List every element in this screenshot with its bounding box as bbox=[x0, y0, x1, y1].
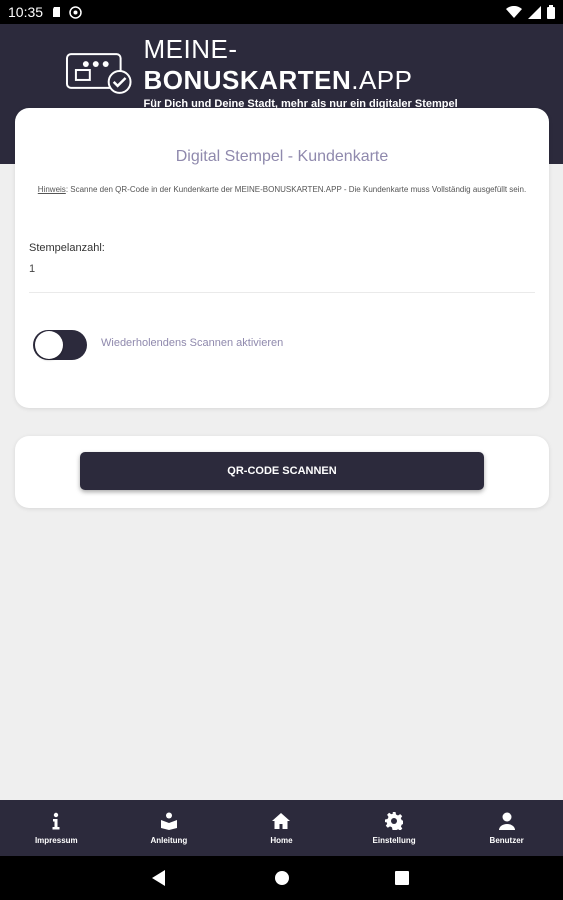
brand-logo-block: MEINE-BONUSKARTEN.APP Für Dich und Deine… bbox=[64, 34, 504, 110]
sd-card-icon bbox=[53, 7, 61, 17]
divider bbox=[29, 292, 535, 293]
battery-icon bbox=[547, 5, 555, 19]
gear-icon bbox=[385, 811, 404, 830]
hint-label: Hinweis bbox=[37, 185, 66, 194]
user-icon bbox=[498, 812, 515, 830]
bottom-navigation: Impressum Anleitung Home Einstellung Ben… bbox=[0, 800, 563, 856]
nav-item-impressum[interactable]: Impressum bbox=[0, 800, 113, 856]
nav-label: Impressum bbox=[34, 835, 78, 845]
qr-code-scan-button[interactable]: QR-CODE SCANNEN bbox=[80, 452, 484, 490]
scan-button-panel: QR-CODE SCANNEN bbox=[15, 436, 549, 508]
nav-item-home[interactable]: Home bbox=[225, 800, 338, 856]
home-icon bbox=[272, 812, 291, 829]
repeat-scan-label: Wiederholendens Scannen aktivieren bbox=[101, 337, 284, 349]
system-navigation-bar bbox=[0, 856, 563, 900]
book-reader-icon bbox=[160, 812, 177, 830]
card-title: Digital Stempel - Kundenkarte bbox=[175, 148, 389, 165]
stamp-card-logo-icon bbox=[65, 53, 132, 94]
nav-item-benutzer[interactable]: Benutzer bbox=[450, 800, 563, 856]
home-circle-icon[interactable] bbox=[274, 870, 290, 886]
nav-item-einstellung[interactable]: Einstellung bbox=[338, 800, 451, 856]
hint-text: Hinweis: Scanne den QR-Code in der Kunde… bbox=[37, 185, 527, 194]
wifi-icon bbox=[506, 6, 522, 18]
repeat-scan-toggle[interactable] bbox=[33, 330, 87, 360]
nav-label: Einstellung bbox=[372, 835, 416, 845]
stamp-count-label: Stempelanzahl: bbox=[29, 242, 105, 254]
toggle-knob bbox=[35, 331, 63, 359]
nav-label: Home bbox=[270, 835, 293, 845]
status-bar: 10:35 bbox=[0, 0, 563, 24]
status-time: 10:35 bbox=[8, 4, 44, 20]
signal-icon bbox=[528, 5, 541, 19]
nav-label: Anleitung bbox=[150, 835, 188, 845]
recent-apps-icon[interactable] bbox=[395, 871, 409, 885]
brand-title: MEINE-BONUSKARTEN.APP bbox=[143, 34, 413, 95]
info-icon bbox=[52, 812, 60, 829]
stamp-card-panel: Digital Stempel - Kundenkarte Hinweis: S… bbox=[15, 108, 549, 408]
stamp-count-value[interactable]: 1 bbox=[29, 263, 35, 275]
nav-label: Benutzer bbox=[489, 835, 524, 845]
nav-item-anleitung[interactable]: Anleitung bbox=[113, 800, 226, 856]
back-icon[interactable] bbox=[152, 870, 166, 886]
vpn-icon bbox=[69, 5, 82, 19]
